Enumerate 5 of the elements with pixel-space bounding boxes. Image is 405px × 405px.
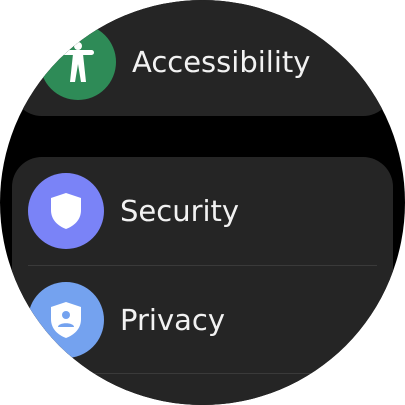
menu-item-label[interactable]: Security [120, 194, 240, 228]
menu-item-label[interactable]: Privacy [120, 302, 225, 336]
shield-icon [50, 192, 82, 230]
menu-item-label[interactable]: Accessibility [132, 45, 310, 79]
shield-person-icon [50, 300, 82, 338]
